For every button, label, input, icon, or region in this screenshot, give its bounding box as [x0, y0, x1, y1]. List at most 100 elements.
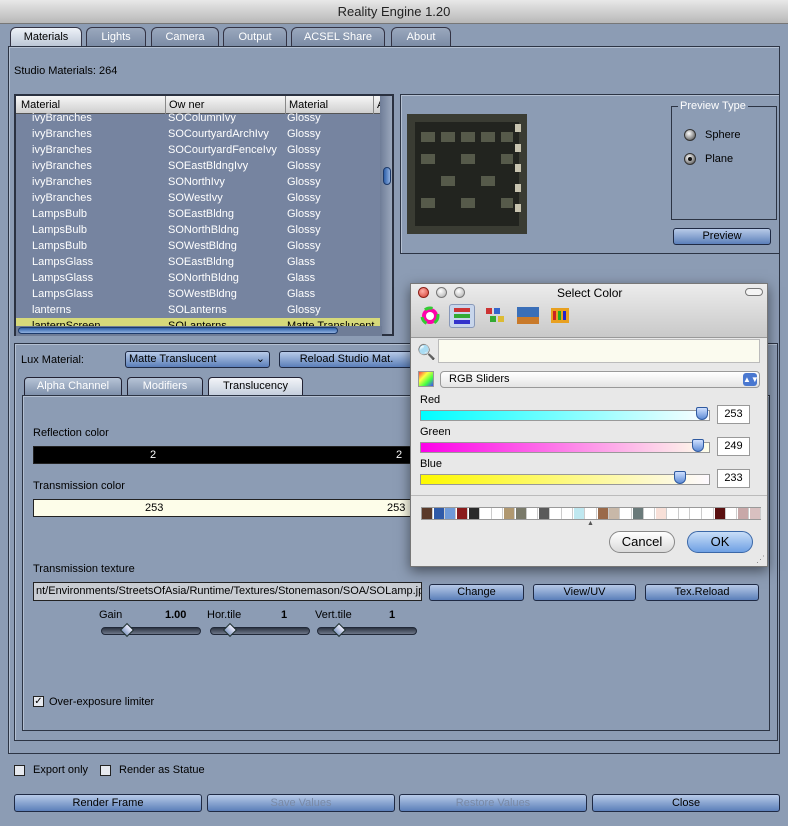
- table-vertical-scrollbar[interactable]: [380, 96, 392, 334]
- table-vertical-scroll-thumb[interactable]: [383, 167, 391, 185]
- reflection-color-swatch[interactable]: 2 2: [33, 446, 413, 464]
- red-slider-track[interactable]: [420, 410, 710, 421]
- lux-material-select[interactable]: Matte Translucent ⌄: [125, 351, 270, 368]
- blue-value-field[interactable]: 233: [717, 469, 750, 488]
- export-only-checkbox[interactable]: [14, 765, 25, 776]
- color-swatch[interactable]: [667, 508, 679, 519]
- color-swatch[interactable]: [433, 508, 445, 519]
- color-swatch[interactable]: [574, 508, 586, 519]
- table-row[interactable]: ivyBranches SOEastBldngIvy Glossy: [16, 158, 384, 174]
- color-sliders-icon[interactable]: [449, 304, 475, 328]
- subtab-translucency[interactable]: Translucency: [208, 377, 303, 395]
- close-button[interactable]: Close: [592, 794, 780, 812]
- hor-tile-slider[interactable]: [210, 622, 310, 638]
- color-swatch[interactable]: [609, 508, 621, 519]
- reload-studio-mat-button[interactable]: Reload Studio Mat.: [279, 351, 414, 368]
- blue-slider-track[interactable]: [420, 474, 710, 485]
- table-row[interactable]: LampsBulb SOWestBldng Glossy: [16, 238, 384, 254]
- color-swatch[interactable]: [527, 508, 539, 519]
- texture-path-field[interactable]: nt/Environments/StreetsOfAsia/Runtime/Te…: [33, 582, 422, 601]
- swatch-strip[interactable]: [421, 507, 761, 520]
- radio-plane[interactable]: [684, 153, 696, 165]
- color-swatch[interactable]: [445, 508, 457, 519]
- vert-tile-slider[interactable]: [317, 622, 417, 638]
- color-swatch[interactable]: [656, 508, 667, 519]
- minimize-window-icon[interactable]: [436, 287, 447, 298]
- change-texture-button[interactable]: Change: [429, 584, 524, 601]
- color-swatch[interactable]: [726, 508, 738, 519]
- color-swatch[interactable]: [515, 508, 527, 519]
- color-swatch[interactable]: [457, 508, 469, 519]
- zoom-window-icon[interactable]: [454, 287, 465, 298]
- image-palettes-icon[interactable]: [515, 304, 541, 328]
- color-swatch[interactable]: [632, 508, 644, 519]
- cancel-button[interactable]: Cancel: [609, 531, 675, 553]
- color-swatch[interactable]: [422, 508, 433, 519]
- tab-output[interactable]: Output: [223, 27, 287, 46]
- table-horizontal-scroll-thumb[interactable]: [18, 327, 338, 334]
- table-row[interactable]: LampsBulb SONorthBldng Glossy: [16, 222, 384, 238]
- save-values-button[interactable]: Save Values: [207, 794, 395, 812]
- table-row[interactable]: ivyBranches SOWestIvy Glossy: [16, 190, 384, 206]
- color-search-field[interactable]: [438, 339, 760, 363]
- color-swatch[interactable]: [550, 508, 562, 519]
- tex-reload-button[interactable]: Tex.Reload: [645, 584, 759, 601]
- transmission-color-swatch[interactable]: 253 253: [33, 499, 413, 517]
- color-swatch[interactable]: [679, 508, 691, 519]
- green-value-field[interactable]: 249: [717, 437, 750, 456]
- color-swatch[interactable]: [562, 508, 574, 519]
- ok-button[interactable]: OK: [687, 531, 753, 553]
- red-slider-knob[interactable]: [696, 407, 708, 420]
- tab-lights[interactable]: Lights: [86, 27, 146, 46]
- tab-acsel-share[interactable]: ACSEL Share: [291, 27, 385, 46]
- color-swatch[interactable]: [644, 508, 656, 519]
- table-row[interactable]: LampsGlass SONorthBldng Glass: [16, 270, 384, 286]
- color-swatch[interactable]: [597, 508, 609, 519]
- preview-button[interactable]: Preview: [673, 228, 771, 245]
- green-slider-knob[interactable]: [692, 439, 704, 452]
- color-swatch[interactable]: [714, 508, 726, 519]
- tab-about[interactable]: About: [391, 27, 451, 46]
- render-frame-button[interactable]: Render Frame: [14, 794, 202, 812]
- resize-grip-icon[interactable]: ⋰: [756, 554, 765, 565]
- restore-values-button[interactable]: Restore Values: [399, 794, 587, 812]
- overexposure-checkbox[interactable]: ✓: [33, 696, 44, 707]
- green-slider-track[interactable]: [420, 442, 710, 453]
- close-window-icon[interactable]: [418, 287, 429, 298]
- tab-materials[interactable]: Materials: [10, 27, 82, 47]
- color-swatch[interactable]: [468, 508, 480, 519]
- swatch-resize-handle[interactable]: ▲: [587, 520, 594, 527]
- color-profile-icon[interactable]: [418, 371, 434, 387]
- color-swatch[interactable]: [539, 508, 550, 519]
- table-row[interactable]: LampsGlass SOWestBldng Glass: [16, 286, 384, 302]
- view-uv-button[interactable]: View/UV: [533, 584, 636, 601]
- toolbar-toggle-icon[interactable]: [745, 288, 763, 296]
- color-swatch[interactable]: [749, 508, 761, 519]
- subtab-alpha-channel[interactable]: Alpha Channel: [24, 377, 122, 395]
- slider-mode-select[interactable]: RGB Sliders ▲▼: [440, 371, 760, 388]
- color-swatch[interactable]: [702, 508, 714, 519]
- table-row[interactable]: LampsBulb SOEastBldng Glossy: [16, 206, 384, 222]
- table-row[interactable]: LampsGlass SOEastBldng Glass: [16, 254, 384, 270]
- materials-table[interactable]: Material Ow ner Material A ivyBranchesSO…: [14, 94, 394, 336]
- subtab-modifiers[interactable]: Modifiers: [127, 377, 203, 395]
- table-row[interactable]: ivyBranches SONorthIvy Glossy: [16, 174, 384, 190]
- color-swatch[interactable]: [503, 508, 515, 519]
- color-swatch[interactable]: [585, 508, 597, 519]
- color-swatch[interactable]: [492, 508, 504, 519]
- table-row[interactable]: ivyBranches SOColumnIvy Glossy: [16, 110, 384, 126]
- color-swatch[interactable]: [737, 508, 749, 519]
- color-swatch[interactable]: [691, 508, 703, 519]
- radio-sphere[interactable]: [684, 129, 696, 141]
- gain-slider[interactable]: [101, 622, 201, 638]
- crayons-icon[interactable]: [547, 304, 573, 328]
- color-swatch[interactable]: [620, 508, 632, 519]
- color-wheel-icon[interactable]: [417, 304, 443, 328]
- tab-camera[interactable]: Camera: [151, 27, 219, 46]
- render-as-statue-checkbox[interactable]: [100, 765, 111, 776]
- color-palettes-icon[interactable]: [481, 304, 507, 328]
- table-row[interactable]: lanterns SOLanterns Glossy: [16, 302, 384, 318]
- red-value-field[interactable]: 253: [717, 405, 750, 424]
- table-row[interactable]: ivyBranches SOCourtyardFenceIvy Glossy: [16, 142, 384, 158]
- table-row[interactable]: ivyBranches SOCourtyardArchIvy Glossy: [16, 126, 384, 142]
